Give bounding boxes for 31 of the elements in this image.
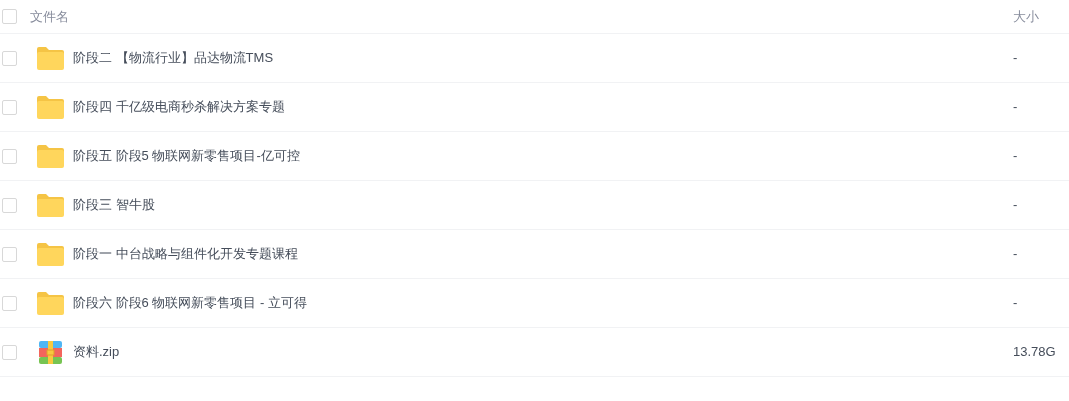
file-name[interactable]: 阶段三 智牛股: [73, 195, 1013, 215]
file-size: -: [1013, 98, 1019, 117]
folder-icon: [36, 45, 65, 71]
checkbox[interactable]: [2, 344, 17, 360]
file-name[interactable]: 阶段六 阶段6 物联网新零售项目 - 立可得: [73, 293, 1013, 313]
file-size: -: [1013, 245, 1019, 264]
checkbox[interactable]: [2, 295, 17, 311]
file-name[interactable]: 阶段一 中台战略与组件化开发专题课程: [73, 244, 1013, 264]
checkbox[interactable]: [2, 99, 17, 115]
file-size: -: [1013, 49, 1019, 68]
folder-icon: [36, 143, 65, 169]
file-size: 13.78G: [1013, 343, 1057, 362]
folder-icon: [36, 290, 65, 316]
checkbox[interactable]: [2, 148, 17, 164]
checkbox[interactable]: [2, 246, 17, 262]
file-name[interactable]: 阶段五 阶段5 物联网新零售项目-亿可控: [73, 146, 1013, 166]
file-name[interactable]: 阶段二 【物流行业】品达物流TMS: [73, 48, 1013, 68]
file-size: -: [1013, 147, 1019, 166]
folder-icon: [36, 94, 65, 120]
file-name[interactable]: 阶段四 千亿级电商秒杀解决方案专题: [73, 97, 1013, 117]
column-header: 文件名: [30, 7, 70, 26]
file-size: -: [1013, 294, 1019, 313]
checkbox[interactable]: [2, 197, 17, 213]
checkbox[interactable]: [2, 50, 17, 66]
column-header: 大小: [1013, 7, 1040, 26]
folder-icon: [36, 241, 65, 267]
file-name[interactable]: 资料.zip: [73, 342, 1013, 362]
file-size: -: [1013, 196, 1019, 215]
folder-icon: [36, 192, 65, 218]
archive-icon: [39, 340, 62, 364]
checkbox[interactable]: [2, 9, 17, 24]
